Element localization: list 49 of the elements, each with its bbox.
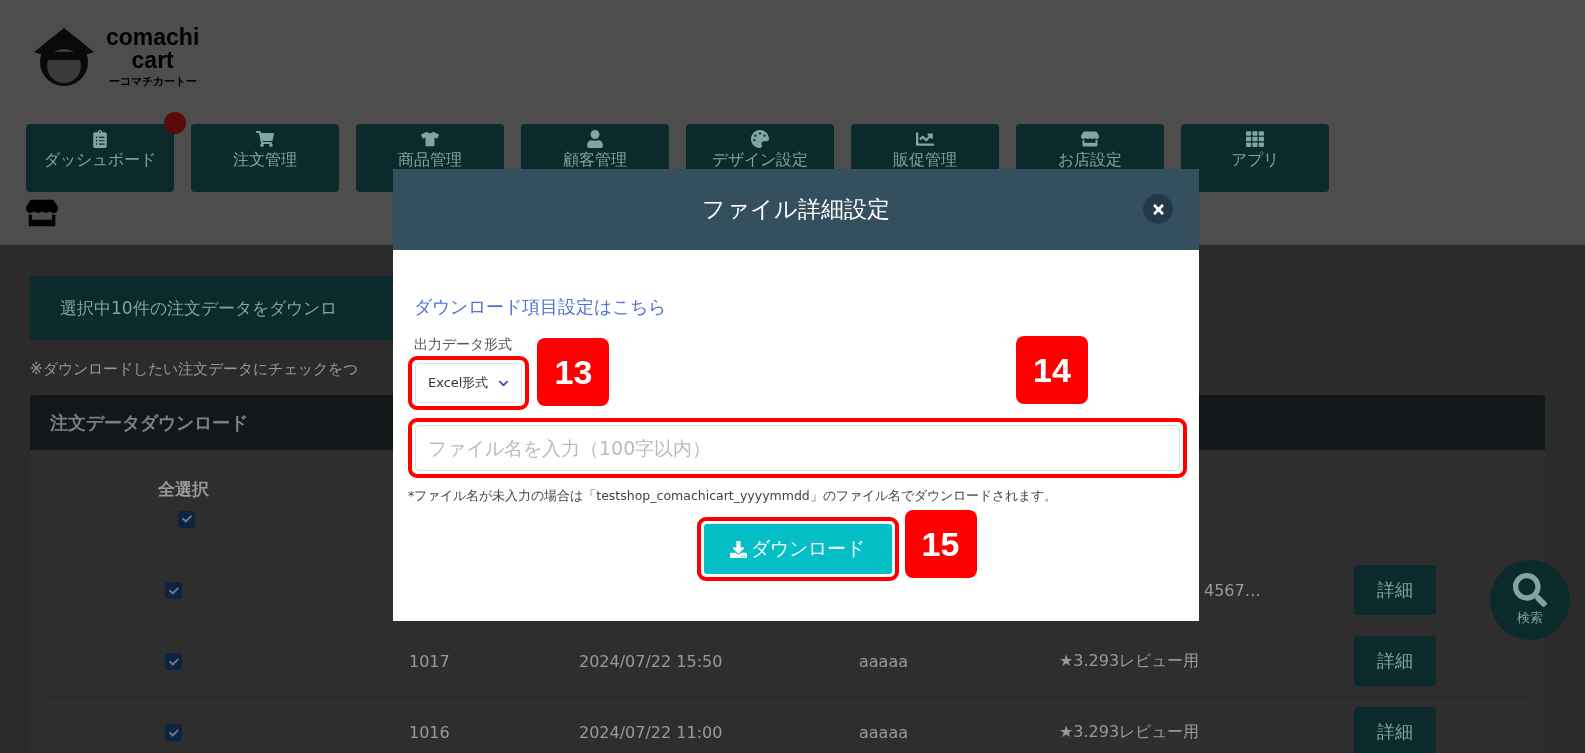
nav-button[interactable]: 注文管理 (191, 124, 339, 192)
download-icon (730, 540, 747, 558)
field-label: 出力データ形式 (414, 336, 513, 354)
logo-text: comachi (106, 25, 200, 49)
table-cell-text: aaaaa (859, 722, 910, 742)
checkmark-icon (168, 727, 179, 738)
filename-input[interactable]: ファイル名を入力（100字以内） (415, 425, 1180, 471)
callout-number: 15 (904, 510, 977, 578)
table-cell-text: ★3.293レビュー用 (1059, 650, 1201, 672)
checkbox[interactable] (178, 510, 195, 528)
palette-icon (751, 130, 769, 148)
nav-button[interactable]: ダッシュボード (26, 124, 174, 192)
user-icon (586, 130, 604, 148)
nav-button[interactable]: アプリ (1181, 124, 1329, 192)
close-button[interactable] (1143, 194, 1173, 224)
store-icon (1081, 130, 1099, 148)
table-cell-text: 4567… (1203, 580, 1262, 600)
table-cell-text: ★3.293レビュー用 (1059, 721, 1201, 743)
format-select[interactable]: Excel形式 (415, 363, 523, 403)
checkbox[interactable] (165, 724, 182, 741)
shirt-icon (421, 130, 439, 148)
detail-button[interactable]: 詳細 (1354, 636, 1436, 686)
store-icon[interactable] (26, 198, 58, 228)
callout-number: 13 (537, 338, 610, 406)
modal-title: ファイル詳細設定 (702, 195, 890, 224)
hint-text: *ファイル名が未入力の場合は「testshop_comachicart_yyyymmdd」のファイル名でダウンロードされます。 (408, 488, 1058, 505)
settings-link[interactable]: ダウンロード項目設定はこちら (414, 295, 666, 319)
chart-icon (916, 130, 934, 148)
checkmark-icon (168, 585, 179, 596)
select-all-label: 全選択 (158, 478, 209, 501)
callout-number: 14 (1016, 336, 1088, 404)
logo-tagline: ーコマチカートー (108, 75, 197, 87)
logo-text: cart (131, 48, 174, 72)
table-cell-text: 1017 (409, 651, 451, 671)
checkmark-icon (181, 514, 192, 524)
grid-icon (1246, 130, 1264, 148)
cart-icon (256, 130, 274, 148)
checkbox[interactable] (165, 653, 182, 670)
table-cell-text: 2024/07/22 11:00 (579, 722, 724, 742)
detail-button[interactable]: 詳細 (1354, 707, 1436, 753)
table-cell-text: aaaaa (859, 651, 910, 671)
checkmark-icon (168, 656, 179, 667)
detail-button[interactable]: 詳細 (1354, 565, 1436, 615)
clipboard-icon (91, 130, 109, 148)
table-cell-text: 2024/07/22 15:50 (579, 651, 724, 671)
table-cell-text: 1016 (409, 722, 451, 742)
search-icon (1513, 573, 1547, 607)
instruction-text: ※ダウンロードしたい注文データにチェックをつ (30, 360, 358, 379)
checkbox[interactable] (165, 582, 182, 599)
